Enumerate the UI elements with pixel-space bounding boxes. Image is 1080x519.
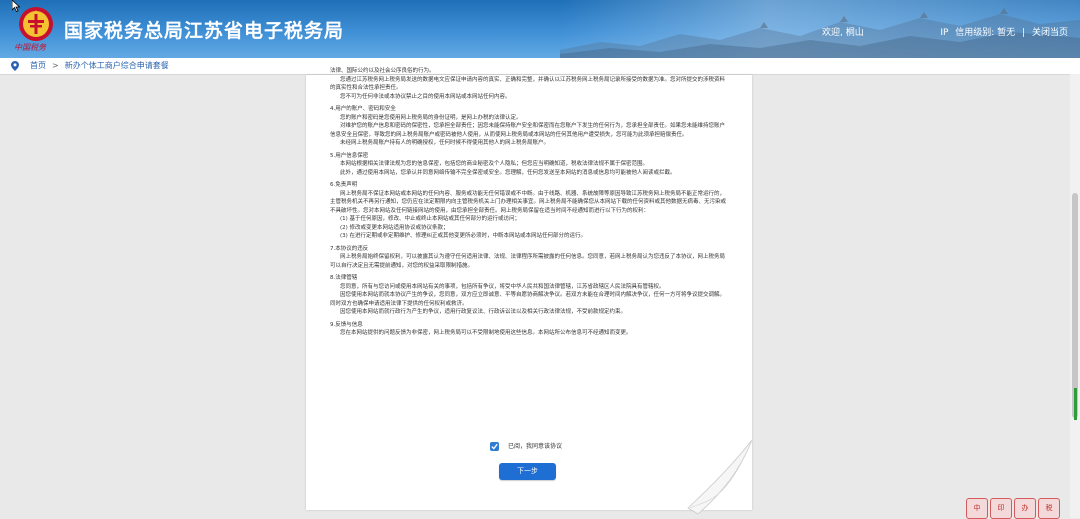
corner-stamps: 中 印 办 税	[966, 498, 1076, 519]
section-heading: 4.用户的账户、密码和安全	[330, 106, 396, 112]
mouse-cursor-icon	[12, 0, 20, 12]
agreement-line: 因您使用本网站而就行政行为产生的争议，适用行政复议法、行政诉讼法以及相关行政法律…	[340, 309, 627, 315]
section-heading: 6.免责声明	[330, 182, 358, 188]
emblem-caption: 中国税务	[14, 43, 46, 52]
agree-checkbox-label[interactable]: 已阅，我同意该协议	[508, 443, 562, 450]
next-step-button[interactable]: 下一步	[499, 463, 556, 480]
agreement-text: 法律、国际公约以及社会公序良俗的行为。 您通过江苏税务网上税务局发送的数据电文应…	[330, 67, 730, 431]
stamp-seal: 税	[1038, 498, 1060, 519]
agreement-line: 法律、国际公约以及社会公序良俗的行为。	[330, 68, 435, 74]
site-title: 国家税务总局江苏省电子税务局	[64, 20, 345, 42]
agreement-line: 网上税务局始终保留权利，可以披露其认为遵守任何适用法律、法规、法律程序所需披露的…	[330, 254, 726, 269]
stamp-seal: 办	[1014, 498, 1036, 519]
breadcrumb-current[interactable]: 新办个体工商户综合申请套餐	[65, 61, 169, 70]
checkmark-icon	[491, 443, 498, 450]
agreement-line: 您不可为任何非法或本协议禁止之目的使用本网站或本网站任何内容。	[340, 93, 511, 100]
section-heading: 9.反馈与信息	[330, 321, 363, 328]
edge-indicator	[1074, 388, 1077, 420]
tax-emblem-icon	[19, 7, 53, 41]
section-heading: 5.用户信息保密	[330, 152, 369, 159]
agreement-line: 此外，通过使用本网站，您承认并同意网络传输不完全保密或安全。您理解，任何您发送至…	[340, 169, 676, 176]
close-page-link[interactable]: 关闭当页	[1032, 28, 1068, 38]
agreement-line: 本网站根据相关法律法规为您的信息保密，包括您的商业秘密及个人隐私；但您应当明确知…	[340, 161, 649, 167]
agree-checkbox-row[interactable]: 已阅，我同意该协议	[490, 441, 562, 453]
section-heading: 8.法律管辖	[330, 275, 358, 281]
agreement-line: 网上税务局不保证本网站或本网站的任何内容、服务或功能无任何错误或不中断。由于线路…	[330, 190, 727, 214]
agreement-line: 您通过江苏税务网上税务局发送的数据电文应保证申请内容的真实、正确和完整，并确认以…	[330, 76, 726, 92]
stamp-seal: 印	[990, 498, 1012, 519]
breadcrumb-separator: >	[52, 61, 59, 70]
agreement-line: 您在本网站提供的问题反馈为非保密，网上税务局可以不受限制地使用这些信息。本网站所…	[340, 330, 632, 336]
page-curl-decoration	[687, 440, 753, 515]
user-ip: IP	[940, 28, 949, 38]
agreement-line: 对维护您的账户信息和密码的保密性，您承担全部责任；因您未能保持账户安全和保密而在…	[330, 123, 726, 138]
section-heading: 7.本协议的违反	[330, 245, 369, 252]
credit-level: 信用级别: 暂无	[955, 28, 1016, 38]
agreement-item: (3) 在进行定期或非定期维护、修理纠正或其他变更所必须时，中断本网站或本网站任…	[340, 233, 587, 239]
stamp-seal: 中	[966, 498, 988, 519]
user-links: IP 信用级别: 暂无 | 关闭当页	[938, 25, 1070, 38]
welcome-text: 欢迎, 桐山	[822, 28, 864, 38]
agreement-item: (2) 修改或变更本网站适用协议或协议条款；	[340, 224, 449, 231]
link-separator: |	[1022, 28, 1026, 38]
agreement-line: 您的账户和密码是您使用网上税务局的身份证明，是网上办税的法律认定。	[340, 114, 522, 121]
agreement-line: 因您使用本网站而就本协议产生的争议，您同意，双方应立即诚意、平等自愿协商解决争议…	[330, 292, 726, 307]
location-pin-icon	[11, 61, 19, 71]
breadcrumb-home[interactable]: 首页	[30, 61, 46, 70]
agree-checkbox[interactable]	[490, 442, 499, 451]
agreement-line: 未经网上税务局账户持有人的明确授权，任何时候不得使用其他人的网上税务局账户。	[340, 140, 550, 146]
agreement-line: 您同意，所有与您访问或使用本网站有关的事项，包括所有争议，将受中华人民共和国法律…	[340, 283, 665, 290]
site-header: 中国税务 国家税务总局江苏省电子税务局 欢迎, 桐山 IP 信用级别: 暂无 |…	[0, 0, 1080, 58]
agreement-item: (1) 基于任何原因，修改、中止或终止本网站或其任何部分的运行或访问；	[340, 216, 521, 222]
page-scrollbar-thumb[interactable]	[1072, 193, 1078, 418]
